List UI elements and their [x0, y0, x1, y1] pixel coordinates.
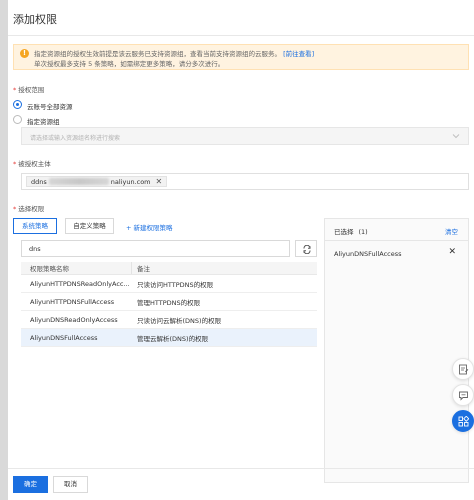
panel-title: 添加权限: [13, 13, 57, 26]
footer-divider: [8, 468, 474, 469]
policy-note: 管理云解析(DNS)的权限: [137, 334, 209, 343]
notice-line-1: 指定资源组的授权生效前提是该云服务已支持资源组，查看当前支持资源组的云服务。 […: [34, 48, 314, 58]
confirm-button[interactable]: 确定: [13, 476, 48, 493]
policy-note: 只读访问云解析(DNS)的权限: [137, 316, 222, 325]
required-mark: *: [13, 86, 17, 94]
resource-group-select[interactable]: 请选择或输入资源组名称进行搜索: [21, 127, 469, 145]
principal-tag-prefix: ddns: [31, 177, 47, 186]
notice-banner: ! 指定资源组的授权生效前提是该云服务已支持资源组，查看当前支持资源组的云服务。…: [13, 44, 469, 70]
column-divider: [131, 262, 132, 274]
plus-icon: +: [126, 224, 134, 232]
chat-button[interactable]: [452, 384, 474, 406]
chat-icon: [459, 391, 468, 401]
policy-name: AliyunHTTPDNSFullAccess: [30, 297, 115, 306]
radio-resource-group[interactable]: [13, 115, 22, 124]
table-row[interactable]: AliyunHTTPDNSReadOnlyAcc... 只读访问HTTPDNS的…: [21, 275, 317, 293]
clear-all-link[interactable]: 清空: [445, 226, 458, 236]
tab-system-policy[interactable]: 系统策略: [13, 218, 57, 234]
resource-group-placeholder: 请选择或输入资源组名称进行搜索: [30, 135, 121, 142]
table-row[interactable]: AliyunDNSReadOnlyAccess 只读访问云解析(DNS)的权限: [21, 311, 317, 329]
feedback-button[interactable]: [452, 358, 474, 380]
selected-policies-panel: 已选择 (1) 清空 AliyunDNSFullAccess ✕: [324, 218, 469, 483]
close-icon[interactable]: ✕: [448, 247, 456, 257]
new-policy-text: 新建权限策略: [133, 224, 173, 232]
principal-tag: ddns naliyun.com ✕: [26, 176, 168, 187]
selected-panel-title: 已选择 (1): [334, 226, 368, 236]
policy-table: 权限策略名称 备注 AliyunHTTPDNSReadOnlyAcc... 只读…: [21, 262, 317, 347]
refresh-button[interactable]: [295, 240, 317, 257]
radio-all-resources[interactable]: [13, 100, 22, 109]
add-permission-panel: 添加权限 ! 指定资源组的授权生效前提是该云服务已支持资源组，查看当前支持资源组…: [8, 0, 474, 500]
selected-panel-header: 已选择 (1) 清空: [325, 219, 468, 241]
radio-resource-group-label[interactable]: 指定资源组: [27, 116, 60, 126]
edit-document-icon: [459, 364, 469, 375]
panel-header: 添加权限: [8, 0, 474, 36]
required-mark: *: [13, 160, 17, 168]
policy-search-value: dns: [29, 245, 41, 253]
principal-label-text: 被授权主体: [18, 160, 51, 168]
principal-input[interactable]: ddns naliyun.com ✕: [21, 173, 469, 190]
scope-label-text: 授权范围: [18, 86, 45, 94]
apps-button[interactable]: [452, 410, 474, 432]
table-row-selected[interactable]: AliyunDNSFullAccess 管理云解析(DNS)的权限: [21, 329, 317, 347]
table-header-note: 备注: [137, 265, 150, 273]
page-backdrop: [0, 0, 8, 500]
selected-policy-item: AliyunDNSFullAccess: [334, 250, 402, 258]
close-icon[interactable]: ✕: [156, 177, 163, 186]
notice-link[interactable]: [前往查看]: [283, 50, 314, 58]
policy-note: 管理HTTPDNS的权限: [137, 298, 201, 307]
required-mark: *: [13, 205, 17, 213]
table-row[interactable]: AliyunHTTPDNSFullAccess 管理HTTPDNS的权限: [21, 293, 317, 311]
table-header-name: 权限策略名称: [30, 265, 69, 273]
selected-title-text: 已选择: [334, 228, 354, 236]
notice-line-2: 单次授权最多支持 5 条策略，如需绑定更多策略，请分多次进行。: [34, 60, 225, 68]
policy-name: AliyunDNSReadOnlyAccess: [30, 315, 118, 324]
policy-label-text: 选择权限: [18, 205, 45, 213]
tab-custom-policy[interactable]: 自定义策略: [65, 218, 114, 234]
table-header: 权限策略名称 备注: [21, 262, 317, 275]
refresh-icon: [303, 245, 311, 254]
principal-tag-suffix: naliyun.com: [110, 177, 151, 186]
policy-label: * 选择权限: [13, 203, 44, 213]
warning-icon: !: [20, 49, 29, 58]
cancel-button[interactable]: 取消: [53, 476, 88, 493]
radio-all-resources-label[interactable]: 云账号全部资源: [27, 101, 73, 111]
principal-label: * 被授权主体: [13, 158, 51, 168]
new-policy-link[interactable]: + 新建权限策略: [126, 222, 173, 232]
policy-note: 只读访问HTTPDNS的权限: [137, 280, 214, 289]
redacted-text: [48, 178, 109, 185]
policy-name: AliyunDNSFullAccess: [30, 333, 98, 342]
selected-count: (1): [358, 228, 368, 236]
policy-name: AliyunHTTPDNSReadOnlyAcc...: [30, 279, 130, 288]
notice-text: 指定资源组的授权生效前提是该云服务已支持资源组，查看当前支持资源组的云服务。: [34, 50, 281, 58]
apps-icon: [458, 416, 469, 427]
policy-search-input[interactable]: dns: [21, 240, 290, 257]
chevron-down-icon: [452, 134, 460, 139]
scope-label: * 授权范围: [13, 84, 44, 94]
